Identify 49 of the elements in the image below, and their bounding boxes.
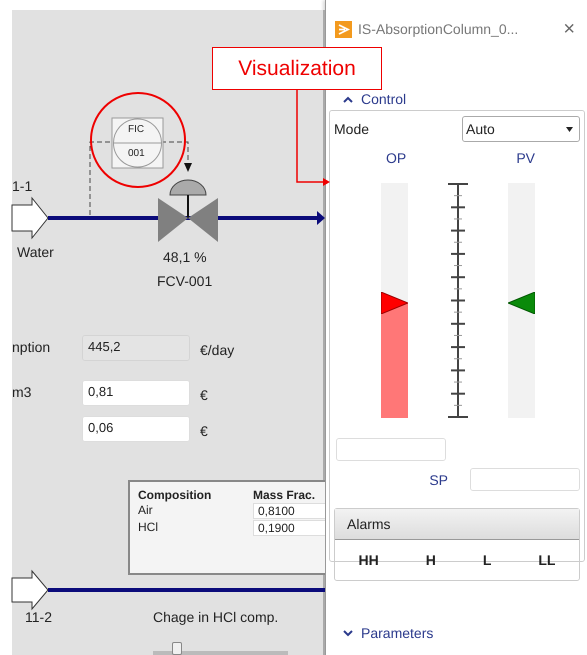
column-header: Composition	[138, 488, 212, 502]
controller-drawing	[112, 118, 164, 168]
parameters-header[interactable]: Parameters	[329, 625, 585, 641]
dropdown-arrow-icon	[566, 126, 573, 132]
unit-label: €/day	[200, 342, 234, 358]
field-label: m3	[12, 384, 32, 400]
value-field[interactable]: 0,06	[82, 416, 190, 442]
app-logo-icon	[335, 20, 352, 38]
alarm-level: H	[426, 552, 436, 568]
sp-input-field[interactable]	[470, 468, 580, 491]
signal-arrow-icon	[184, 163, 192, 172]
stream-tag: 1-1	[12, 178, 32, 194]
mode-label: Mode	[334, 121, 370, 137]
caret-up-icon	[343, 96, 353, 102]
valve-tag: FCV-001	[157, 273, 212, 289]
window-title: IS-AbsorptionColumn_0...	[358, 21, 520, 37]
pv-label: PV	[516, 150, 535, 166]
value-field[interactable]: 0,81	[82, 380, 190, 406]
unit-label: €	[200, 423, 208, 439]
valve-opening: 48,1 %	[163, 249, 207, 265]
callout-label: Visualization	[212, 47, 382, 90]
op-label: OP	[386, 150, 406, 166]
caret-down-icon	[343, 630, 353, 636]
controller-tag: FIC	[128, 124, 144, 135]
inlet-arrow-icon	[12, 570, 49, 610]
inlet-arrow-icon	[12, 196, 49, 240]
control-valve-drawing	[158, 180, 218, 242]
close-button[interactable]: ×	[563, 18, 575, 40]
slider-label: Chage in HCl comp.	[153, 609, 278, 625]
field-label: nption	[12, 339, 50, 355]
component-name: HCl	[138, 520, 159, 536]
alarm-level: HH	[358, 552, 379, 568]
column-header: Mass Frac.	[253, 488, 316, 502]
alarms-header: Alarms	[335, 509, 579, 540]
mode-dropdown[interactable]: Auto	[462, 116, 580, 142]
slider-thumb[interactable]	[172, 642, 182, 655]
stream-tag: 11-2	[25, 609, 52, 625]
sp-label: SP	[429, 472, 448, 488]
alarm-level: LL	[538, 552, 556, 568]
op-marker-icon[interactable]	[381, 292, 408, 314]
op-input-field[interactable]	[336, 438, 446, 461]
controller-number: 001	[128, 148, 145, 159]
stream-name: Water	[17, 244, 54, 260]
fraction-field[interactable]: 0,1900	[253, 520, 325, 536]
fraction-field[interactable]: 0,8100	[253, 503, 325, 519]
alarm-level: L	[482, 552, 492, 568]
component-name: Air	[138, 503, 154, 519]
control-header[interactable]: Control	[329, 88, 585, 110]
unit-label: €	[200, 387, 208, 403]
